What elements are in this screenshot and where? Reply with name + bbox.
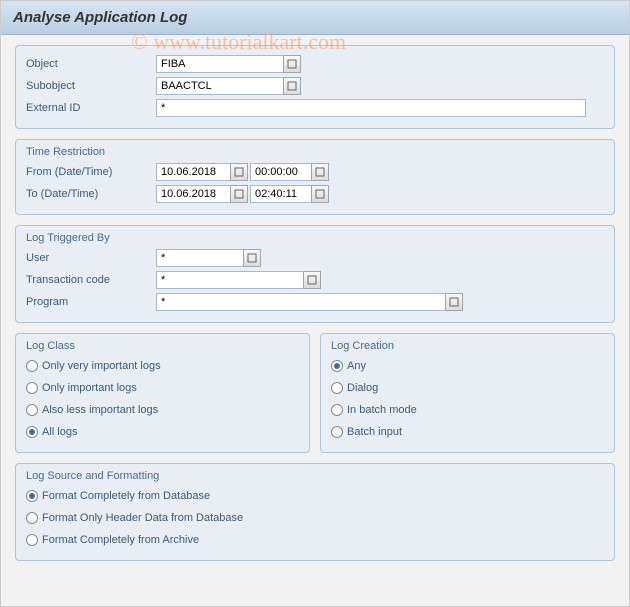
panel-log-creation: Log Creation Any Dialog In batch mode Ba… [320,333,615,453]
radio-label: Format Completely from Archive [42,534,199,546]
to-label: To (Date/Time) [26,188,156,200]
panel-log-class: Log Class Only very important logs Only … [15,333,310,453]
from-time-input[interactable] [250,163,312,181]
program-label: Program [26,296,156,308]
external-id-label: External ID [26,102,156,114]
help-icon[interactable] [283,55,301,73]
radio-icon [331,426,343,438]
radio-label: Batch input [347,426,402,438]
panel-trigger: Log Triggered By User Transaction code P… [15,225,615,323]
panel-time: Time Restriction From (Date/Time) To (Da… [15,139,615,215]
from-label: From (Date/Time) [26,166,156,178]
radio-icon [26,360,38,372]
help-icon[interactable] [303,271,321,289]
radio-icon [331,360,343,372]
subobject-input[interactable] [156,77,284,95]
radio-log-class-2[interactable]: Also less important logs [26,400,299,420]
radio-log-creation-3[interactable]: Batch input [331,422,604,442]
radio-icon [26,426,38,438]
help-icon[interactable] [283,77,301,95]
to-time-input[interactable] [250,185,312,203]
help-icon[interactable] [230,163,248,181]
to-date-input[interactable] [156,185,231,203]
tcode-input[interactable] [156,271,304,289]
radio-icon [26,404,38,416]
radio-log-creation-1[interactable]: Dialog [331,378,604,398]
radio-log-creation-0[interactable]: Any [331,356,604,376]
object-input[interactable] [156,55,284,73]
radio-icon [26,490,38,502]
panel-source: Log Source and Formatting Format Complet… [15,463,615,561]
user-label: User [26,252,156,264]
help-icon[interactable] [230,185,248,203]
radio-icon [26,534,38,546]
radio-label: Dialog [347,382,378,394]
radio-label: Any [347,360,366,372]
radio-source-2[interactable]: Format Completely from Archive [26,530,604,550]
radio-label: Also less important logs [42,404,158,416]
page-title: Analyse Application Log [1,1,629,35]
radio-label: All logs [42,426,77,438]
help-icon[interactable] [445,293,463,311]
radio-log-creation-2[interactable]: In batch mode [331,400,604,420]
subobject-label: Subobject [26,80,156,92]
panel-trigger-title: Log Triggered By [26,232,604,244]
help-icon[interactable] [311,163,329,181]
from-date-input[interactable] [156,163,231,181]
radio-icon [26,382,38,394]
program-input[interactable] [156,293,446,311]
user-input[interactable] [156,249,244,267]
radio-label: Only very important logs [42,360,161,372]
radio-label: Only important logs [42,382,137,394]
radio-label: In batch mode [347,404,417,416]
panel-source-title: Log Source and Formatting [26,470,604,482]
radio-icon [331,382,343,394]
object-label: Object [26,58,156,70]
radio-log-class-3[interactable]: All logs [26,422,299,442]
radio-source-1[interactable]: Format Only Header Data from Database [26,508,604,528]
help-icon[interactable] [311,185,329,203]
radio-icon [26,512,38,524]
radio-label: Format Only Header Data from Database [42,512,243,524]
panel-top: Object Subobject External ID [15,45,615,129]
radio-source-0[interactable]: Format Completely from Database [26,486,604,506]
radio-log-class-1[interactable]: Only important logs [26,378,299,398]
help-icon[interactable] [243,249,261,267]
external-id-input[interactable] [156,99,586,117]
tcode-label: Transaction code [26,274,156,286]
radio-icon [331,404,343,416]
radio-log-class-0[interactable]: Only very important logs [26,356,299,376]
radio-label: Format Completely from Database [42,490,210,502]
panel-log-class-title: Log Class [26,340,299,352]
panel-log-creation-title: Log Creation [331,340,604,352]
panel-time-title: Time Restriction [26,146,604,158]
